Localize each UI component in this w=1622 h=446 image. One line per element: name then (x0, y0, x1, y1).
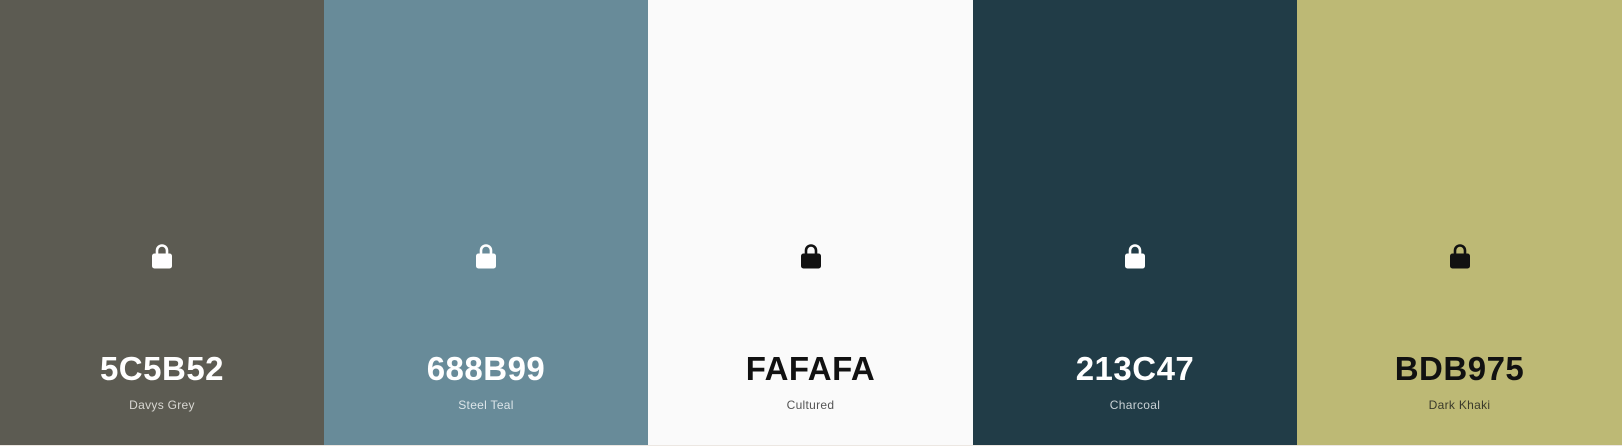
color-swatch-4[interactable]: 213C47 Charcoal (973, 0, 1297, 445)
lock-icon (476, 244, 496, 269)
lock-icon (1449, 244, 1470, 269)
hex-code[interactable]: BDB975 (1297, 349, 1622, 389)
hex-code[interactable]: 688B99 (324, 349, 648, 389)
color-swatch-2[interactable]: 688B99 Steel Teal (324, 0, 648, 445)
lock-icon (800, 244, 821, 269)
color-palette: 5C5B52 Davys Grey 688B99 Steel Teal FAFA… (0, 0, 1622, 446)
lock-button-5[interactable] (1445, 241, 1475, 271)
hex-code[interactable]: 5C5B52 (0, 349, 324, 389)
hex-code[interactable]: 213C47 (973, 349, 1297, 389)
lock-icon (152, 244, 172, 269)
color-name[interactable]: Cultured (648, 397, 973, 413)
color-swatch-5[interactable]: BDB975 Dark Khaki (1297, 0, 1622, 445)
lock-button-3[interactable] (796, 241, 826, 271)
color-name[interactable]: Charcoal (973, 397, 1297, 413)
color-swatch-3[interactable]: FAFAFA Cultured (648, 0, 973, 445)
hex-code[interactable]: FAFAFA (648, 349, 973, 389)
color-name[interactable]: Steel Teal (324, 397, 648, 413)
lock-button-4[interactable] (1120, 241, 1150, 271)
color-name[interactable]: Dark Khaki (1297, 397, 1622, 413)
color-name[interactable]: Davys Grey (0, 397, 324, 413)
lock-icon (1125, 244, 1145, 269)
color-swatch-1[interactable]: 5C5B52 Davys Grey (0, 0, 324, 445)
lock-button-2[interactable] (471, 241, 501, 271)
lock-button-1[interactable] (147, 241, 177, 271)
